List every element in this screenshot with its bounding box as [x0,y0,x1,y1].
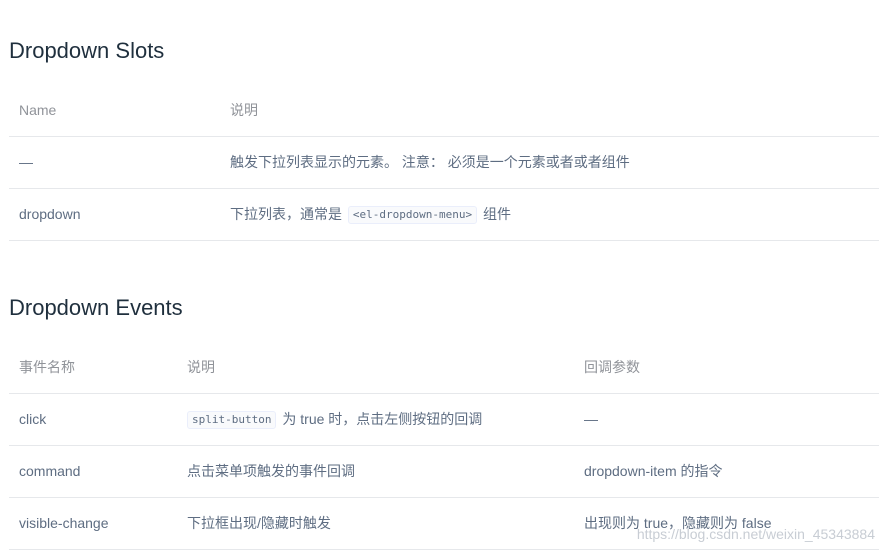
slots-section-title: Dropdown Slots [9,38,165,63]
table-row: visible-change 下拉框出现/隐藏时触发 出现则为 true，隐藏则… [9,498,879,550]
table-row: — 触发下拉列表显示的元素。 注意： 必须是一个元素或者或者组件 [9,137,879,189]
table-row: command 点击菜单项触发的事件回调 dropdown-item 的指令 [9,446,879,498]
slot-desc-cell: 下拉列表，通常是 <el-dropdown-menu> 组件 [230,189,511,240]
slot-name-cell: dropdown [19,206,81,222]
table-row: click split-button 为 true 时，点击左侧按钮的回调 — [9,394,879,446]
events-header-name: 事件名称 [19,359,75,375]
event-name-cell: visible-change [19,515,109,531]
event-name-cell: command [19,463,81,479]
events-table: 事件名称 说明 回调参数 click split-button 为 true 时… [9,342,879,550]
watermark: https://blog.csdn.net/weixin_45343884 [636,526,875,542]
slot-name-cell: — [19,154,33,170]
events-header-params: 回调参数 [584,359,640,375]
slot-desc-text: 下拉列表，通常是 [230,206,342,222]
events-table-header-row: 事件名称 说明 回调参数 [9,342,879,394]
slots-table-header-row: Name 说明 [9,85,879,137]
inline-code: split-button [187,411,277,430]
event-desc-text: 为 true 时，点击左侧按钮的回调 [282,411,483,427]
slots-header-name: Name [19,102,57,118]
events-header-desc: 说明 [187,359,215,375]
event-desc-cell: 点击菜单项触发的事件回调 [187,463,355,479]
slots-header-desc: 说明 [230,102,258,118]
page: Dropdown Slots Name 说明 — 触发下拉列表显示的元素。 注意… [0,0,883,552]
table-row: dropdown 下拉列表，通常是 <el-dropdown-menu> 组件 [9,189,879,241]
inline-code: <el-dropdown-menu> [347,206,478,225]
slot-desc-cell: 触发下拉列表显示的元素。 注意： 必须是一个元素或者或者组件 [230,154,630,170]
events-section-title: Dropdown Events [9,295,183,320]
event-name-cell: click [19,411,47,427]
slots-table: Name 说明 — 触发下拉列表显示的元素。 注意： 必须是一个元素或者或者组件… [9,85,879,241]
event-desc-cell: 下拉框出现/隐藏时触发 [187,515,331,531]
slot-desc-text: 组件 [483,206,511,222]
event-params-cell: — [584,411,598,427]
event-desc-cell: split-button 为 true 时，点击左侧按钮的回调 [187,394,482,445]
event-params-cell: dropdown-item 的指令 [584,463,723,479]
